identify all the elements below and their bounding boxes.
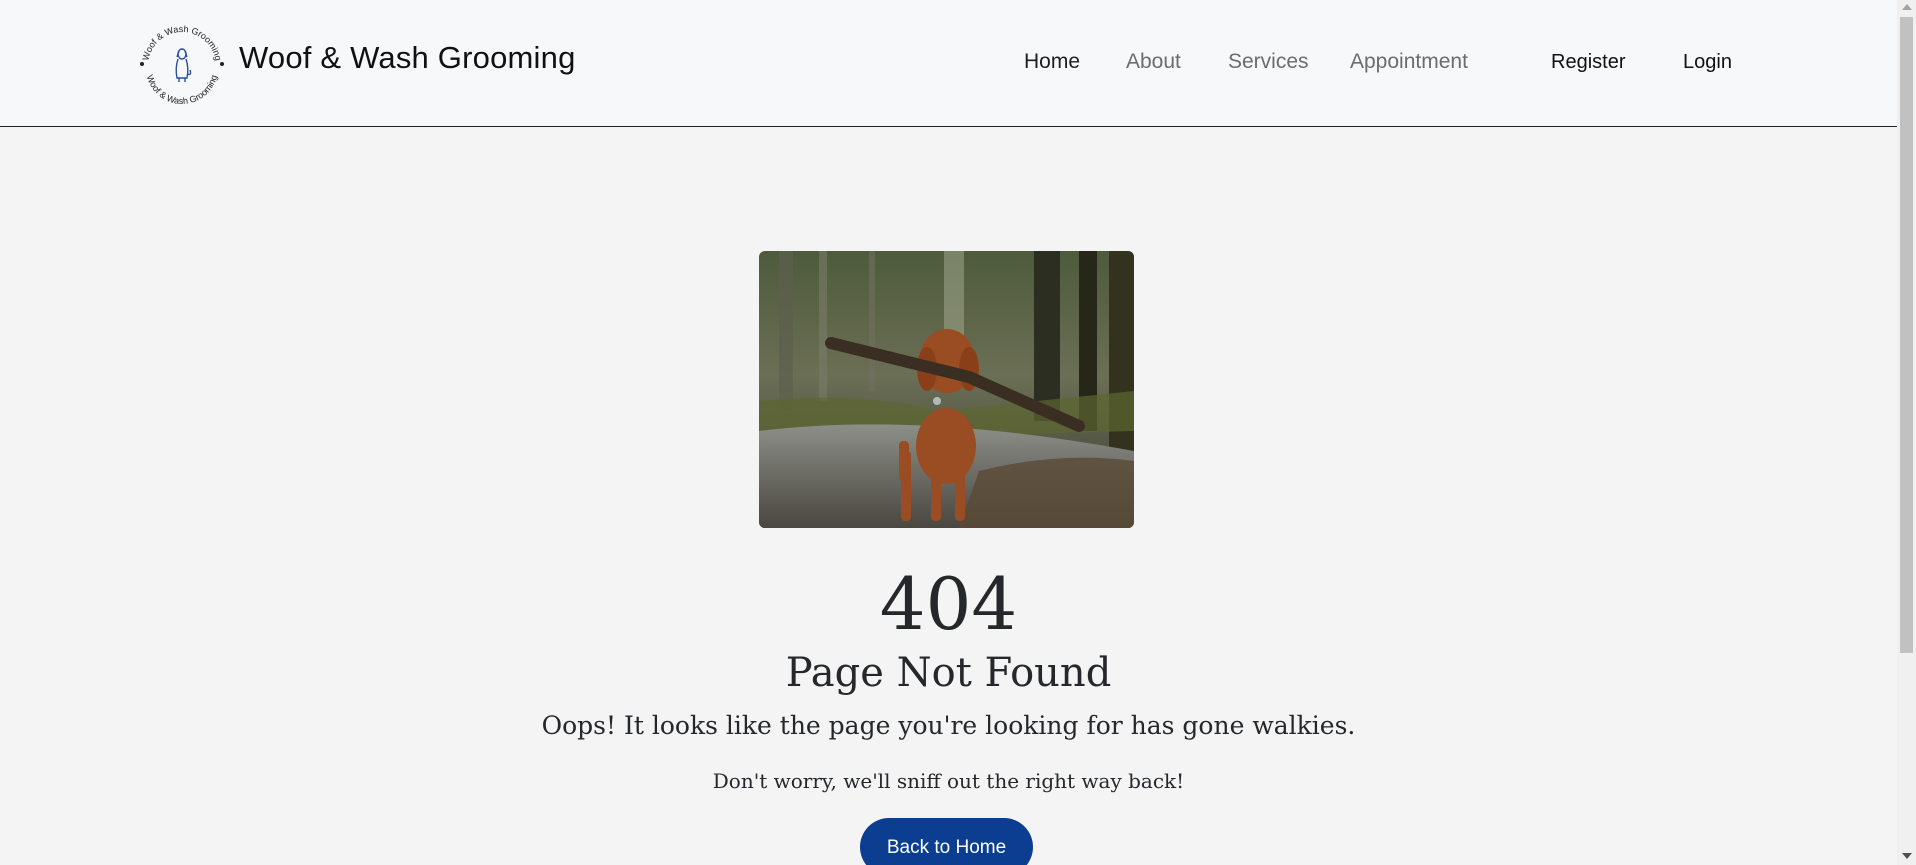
error-message: Oops! It looks like the page you're look…	[541, 711, 1356, 740]
navbar: Woof & Wash Grooming Woof & Wash Groomin…	[0, 0, 1897, 127]
register-link[interactable]: Register	[1551, 51, 1625, 74]
svg-text:Woof & Wash Grooming: Woof & Wash Grooming	[140, 24, 223, 62]
dog-with-stick-photo	[759, 251, 1134, 528]
brand-name[interactable]: Woof & Wash Grooming	[239, 40, 576, 76]
brand-logo[interactable]: Woof & Wash Grooming Woof & Wash Groomin…	[134, 16, 230, 112]
scrollbar-thumb[interactable]	[1900, 17, 1913, 653]
error-submessage: Don't worry, we'll sniff out the right w…	[712, 769, 1185, 793]
error-code: 404	[879, 562, 1018, 646]
login-link[interactable]: Login	[1683, 51, 1732, 74]
scroll-down-arrow-icon[interactable]	[1902, 853, 1912, 859]
nav-home[interactable]: Home	[1024, 50, 1080, 74]
scroll-up-arrow-icon[interactable]	[1902, 4, 1912, 10]
error-title: Page Not Found	[785, 650, 1112, 696]
nav-about[interactable]: About	[1126, 50, 1181, 74]
nav-services[interactable]: Services	[1228, 50, 1309, 74]
dog-icon	[175, 48, 192, 82]
back-to-home-button[interactable]: Back to Home	[860, 818, 1033, 865]
nav-appointment[interactable]: Appointment	[1350, 50, 1468, 74]
vertical-scrollbar[interactable]	[1897, 0, 1916, 865]
